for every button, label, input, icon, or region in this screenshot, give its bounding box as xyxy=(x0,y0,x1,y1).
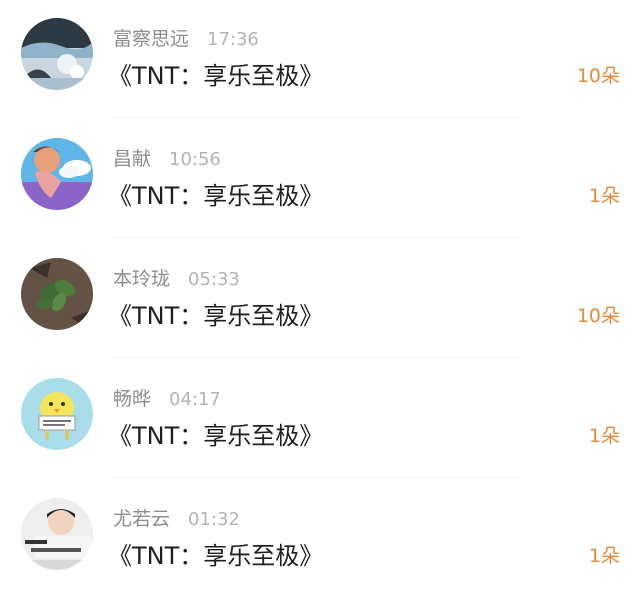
item-meta: 本玲珑 05:33 xyxy=(113,266,240,292)
send-time: 10:56 xyxy=(169,149,221,170)
sender-name[interactable]: 畅晔 xyxy=(113,388,151,410)
send-time: 01:32 xyxy=(188,509,240,530)
sender-name[interactable]: 尤若云 xyxy=(113,508,170,530)
send-time: 05:33 xyxy=(188,269,240,290)
avatar[interactable] xyxy=(21,258,93,330)
sender-name[interactable]: 富察思远 xyxy=(113,28,189,50)
avatar-icon xyxy=(21,138,93,210)
list-item[interactable]: 畅晔 04:17 《TNT：享乐至极》 1朵 xyxy=(0,360,640,480)
gift-count: 1朵 xyxy=(588,545,620,567)
work-title[interactable]: 《TNT：享乐至极》 xyxy=(108,58,323,94)
list-item[interactable]: 昌献 10:56 《TNT：享乐至极》 1朵 xyxy=(0,120,640,240)
gift-count: 10朵 xyxy=(576,305,620,327)
avatar[interactable] xyxy=(21,378,93,450)
work-title[interactable]: 《TNT：享乐至极》 xyxy=(108,178,323,214)
work-title[interactable]: 《TNT：享乐至极》 xyxy=(108,298,323,334)
avatar[interactable] xyxy=(21,498,93,570)
divider xyxy=(113,357,520,358)
list-item[interactable]: 本玲珑 05:33 《TNT：享乐至极》 10朵 xyxy=(0,240,640,360)
send-time: 04:17 xyxy=(169,389,221,410)
item-meta: 富察思远 17:36 xyxy=(113,26,259,52)
sender-name[interactable]: 本玲珑 xyxy=(113,268,170,290)
divider xyxy=(113,237,520,238)
avatar[interactable] xyxy=(21,138,93,210)
divider xyxy=(113,477,520,478)
avatar-icon xyxy=(21,498,93,570)
avatar[interactable] xyxy=(21,18,93,90)
work-title[interactable]: 《TNT：享乐至极》 xyxy=(108,418,323,454)
send-time: 17:36 xyxy=(207,29,259,50)
divider xyxy=(113,117,520,118)
work-title[interactable]: 《TNT：享乐至极》 xyxy=(108,538,323,574)
gift-record-list: 富察思远 17:36 《TNT：享乐至极》 10朵 昌献 10:56 《TNT：享乐… xyxy=(0,0,640,600)
avatar-icon xyxy=(21,258,93,330)
gift-count: 1朵 xyxy=(588,185,620,207)
sender-name[interactable]: 昌献 xyxy=(113,148,151,170)
list-item[interactable]: 富察思远 17:36 《TNT：享乐至极》 10朵 xyxy=(0,0,640,120)
gift-count: 1朵 xyxy=(588,425,620,447)
gift-count: 10朵 xyxy=(576,65,620,87)
list-item[interactable]: 尤若云 01:32 《TNT：享乐至极》 1朵 xyxy=(0,480,640,600)
item-meta: 昌献 10:56 xyxy=(113,146,221,172)
item-meta: 尤若云 01:32 xyxy=(113,506,240,532)
avatar-icon xyxy=(21,378,93,450)
item-meta: 畅晔 04:17 xyxy=(113,386,221,412)
avatar-icon xyxy=(21,18,93,90)
